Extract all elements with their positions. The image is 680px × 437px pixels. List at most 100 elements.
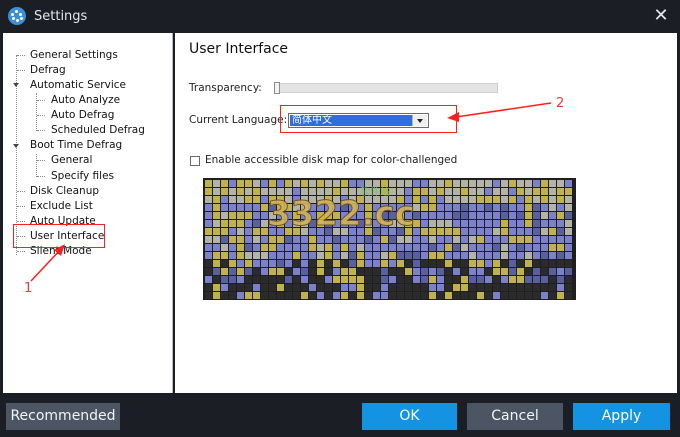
disk-map-cell: [221, 260, 228, 267]
disk-map-cell: [541, 268, 548, 275]
disk-map-cell: [557, 220, 564, 227]
disk-map-cell: [309, 236, 316, 243]
disk-map-cell: [557, 180, 564, 187]
disk-map-cell: [253, 188, 260, 195]
disk-map-cell: [381, 236, 388, 243]
disk-map-cell: [373, 292, 380, 299]
disk-map-cell: [541, 244, 548, 251]
title-bar: Settings ✕: [0, 0, 680, 33]
disk-map-cell: [517, 276, 524, 283]
disk-map-cell: [517, 244, 524, 251]
disk-map-cell: [245, 276, 252, 283]
disk-map-cell: [453, 180, 460, 187]
disk-map-cell: [213, 292, 220, 299]
disk-map-cell: [517, 268, 524, 275]
ok-button[interactable]: OK: [362, 403, 457, 430]
disk-map-cell: [461, 292, 468, 299]
disk-map-cell: [301, 236, 308, 243]
disk-map-cell: [349, 292, 356, 299]
disk-map-cell: [525, 236, 532, 243]
disk-map-cell: [493, 204, 500, 211]
disk-map-cell: [405, 268, 412, 275]
disk-map-cell: [437, 212, 444, 219]
disk-map-cell: [301, 268, 308, 275]
disk-map-cell: [277, 276, 284, 283]
disk-map-cell: [549, 204, 556, 211]
disk-map-cell: [373, 260, 380, 267]
disk-map-cell: [237, 292, 244, 299]
disk-map-cell: [245, 180, 252, 187]
apply-button[interactable]: Apply: [573, 403, 670, 430]
disk-map-cell: [437, 276, 444, 283]
accessible-disk-map-checkbox[interactable]: [190, 156, 200, 166]
disk-map-cell: [445, 244, 452, 251]
disk-map-cell: [469, 188, 476, 195]
disk-map-cell: [229, 260, 236, 267]
disk-map-cell: [357, 268, 364, 275]
disk-map-cell: [277, 268, 284, 275]
disk-map-cell: [541, 284, 548, 291]
disk-map-cell: [237, 228, 244, 235]
disk-map-cell: [205, 196, 212, 203]
disk-map-cell: [293, 244, 300, 251]
disk-map-cell: [389, 260, 396, 267]
disk-map-cell: [253, 204, 260, 211]
disk-map-cell: [453, 220, 460, 227]
disk-map-cell: [397, 236, 404, 243]
disk-map-cell: [541, 276, 548, 283]
disk-map-cell: [301, 292, 308, 299]
disk-map-cell: [469, 252, 476, 259]
disk-map-cell: [245, 228, 252, 235]
disk-map-cell: [253, 236, 260, 243]
disk-map-cell: [421, 244, 428, 251]
disk-map-cell: [509, 284, 516, 291]
disk-map-cell: [309, 260, 316, 267]
disk-map-cell: [389, 236, 396, 243]
disk-map-cell: [365, 260, 372, 267]
disk-map-cell: [317, 244, 324, 251]
disk-map-cell: [285, 252, 292, 259]
disk-map-cell: [429, 220, 436, 227]
recommended-button[interactable]: Recommended: [6, 403, 120, 430]
disk-map-cell: [517, 220, 524, 227]
disk-map-cell: [525, 252, 532, 259]
disk-map-cell: [565, 204, 572, 211]
disk-map-cell: [445, 180, 452, 187]
disk-map-cell: [397, 244, 404, 251]
disk-map-cell: [485, 236, 492, 243]
close-icon[interactable]: ✕: [650, 5, 672, 27]
disk-map-cell: [533, 220, 540, 227]
disk-map-cell: [533, 260, 540, 267]
disk-map-cell: [253, 212, 260, 219]
disk-map-cell: [413, 268, 420, 275]
disk-map-cell: [517, 292, 524, 299]
disk-map-cell: [477, 284, 484, 291]
disk-map-cell: [309, 252, 316, 259]
disk-map-cell: [461, 236, 468, 243]
bottom-button-bar: Recommended OK Cancel Apply: [0, 393, 680, 437]
disk-map-cell: [317, 260, 324, 267]
disk-map-cell: [517, 196, 524, 203]
disk-map-cell: [365, 236, 372, 243]
disk-map-cell: [445, 252, 452, 259]
disk-map-cell: [245, 260, 252, 267]
disk-map-cell: [461, 244, 468, 251]
disk-map-cell: [453, 260, 460, 267]
disk-map-cell: [253, 284, 260, 291]
disk-map-cell: [461, 212, 468, 219]
disk-map-cell: [525, 212, 532, 219]
disk-map-cell: [525, 228, 532, 235]
disk-map-cell: [429, 268, 436, 275]
disk-map-cell: [501, 276, 508, 283]
disk-map-cell: [213, 268, 220, 275]
disk-map-cell: [221, 292, 228, 299]
disk-map-cell: [509, 228, 516, 235]
disk-map-cell: [549, 244, 556, 251]
disk-map-cell: [477, 228, 484, 235]
disk-map-cell: [485, 260, 492, 267]
disk-map-cell: [509, 276, 516, 283]
disk-map-cell: [341, 292, 348, 299]
disk-map-cell: [245, 284, 252, 291]
disk-map-cell: [493, 220, 500, 227]
cancel-button[interactable]: Cancel: [467, 403, 563, 430]
